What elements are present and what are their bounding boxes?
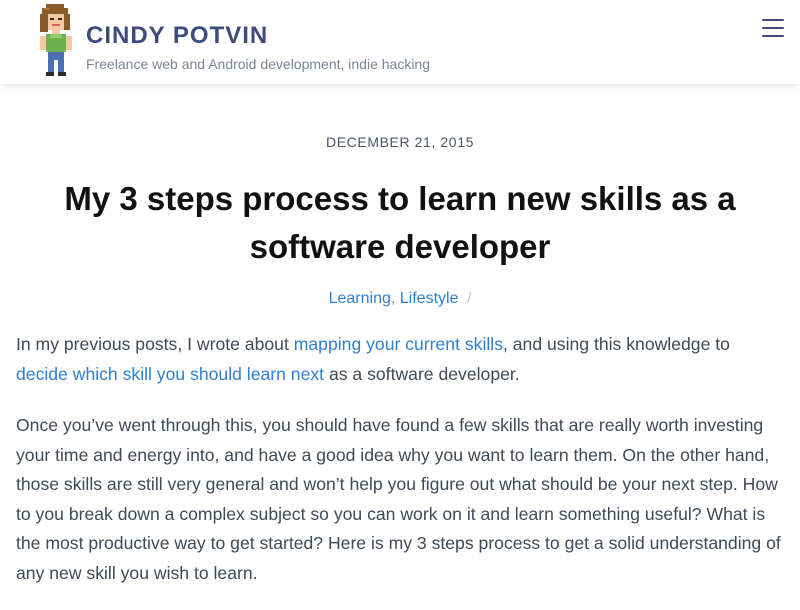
link-decide-skill[interactable]: decide which skill you should learn next [16,364,324,384]
menu-bar [762,19,784,21]
category-separator: / [466,290,472,307]
site-title[interactable]: CINDY POTVIN [86,22,268,50]
hamburger-menu-icon[interactable] [760,16,786,40]
intro-text-before: In my previous posts, I wrote about [16,334,294,354]
paragraph-body: Once you’ve went through this, you shoul… [16,415,781,583]
category-comma: , [390,290,396,307]
site-tagline: Freelance web and Android development, i… [86,56,431,72]
paragraph-intro: In my previous posts, I wrote about mapp… [16,330,786,389]
link-mapping-skills[interactable]: mapping your current skills [294,334,503,354]
category-link-lifestyle[interactable]: Lifestyle [400,290,459,307]
intro-text-after: as a software developer. [324,363,520,384]
post-title: My 3 steps process to learn new skills a… [64,180,736,265]
pixel-art-avatar-icon[interactable] [34,4,78,78]
post-date: DECEMBER 21, 2015 [326,134,474,150]
menu-bar [762,35,784,37]
category-link-learning[interactable]: Learning [329,290,391,307]
post-categories: Learning, Lifestyle / [0,290,800,308]
post-content: In my previous posts, I wrote about mapp… [16,330,786,610]
site-header: CINDY POTVIN Freelance web and Android d… [0,0,800,84]
menu-bar [762,27,784,29]
intro-text-middle: , and using this knowledge to [503,334,730,354]
